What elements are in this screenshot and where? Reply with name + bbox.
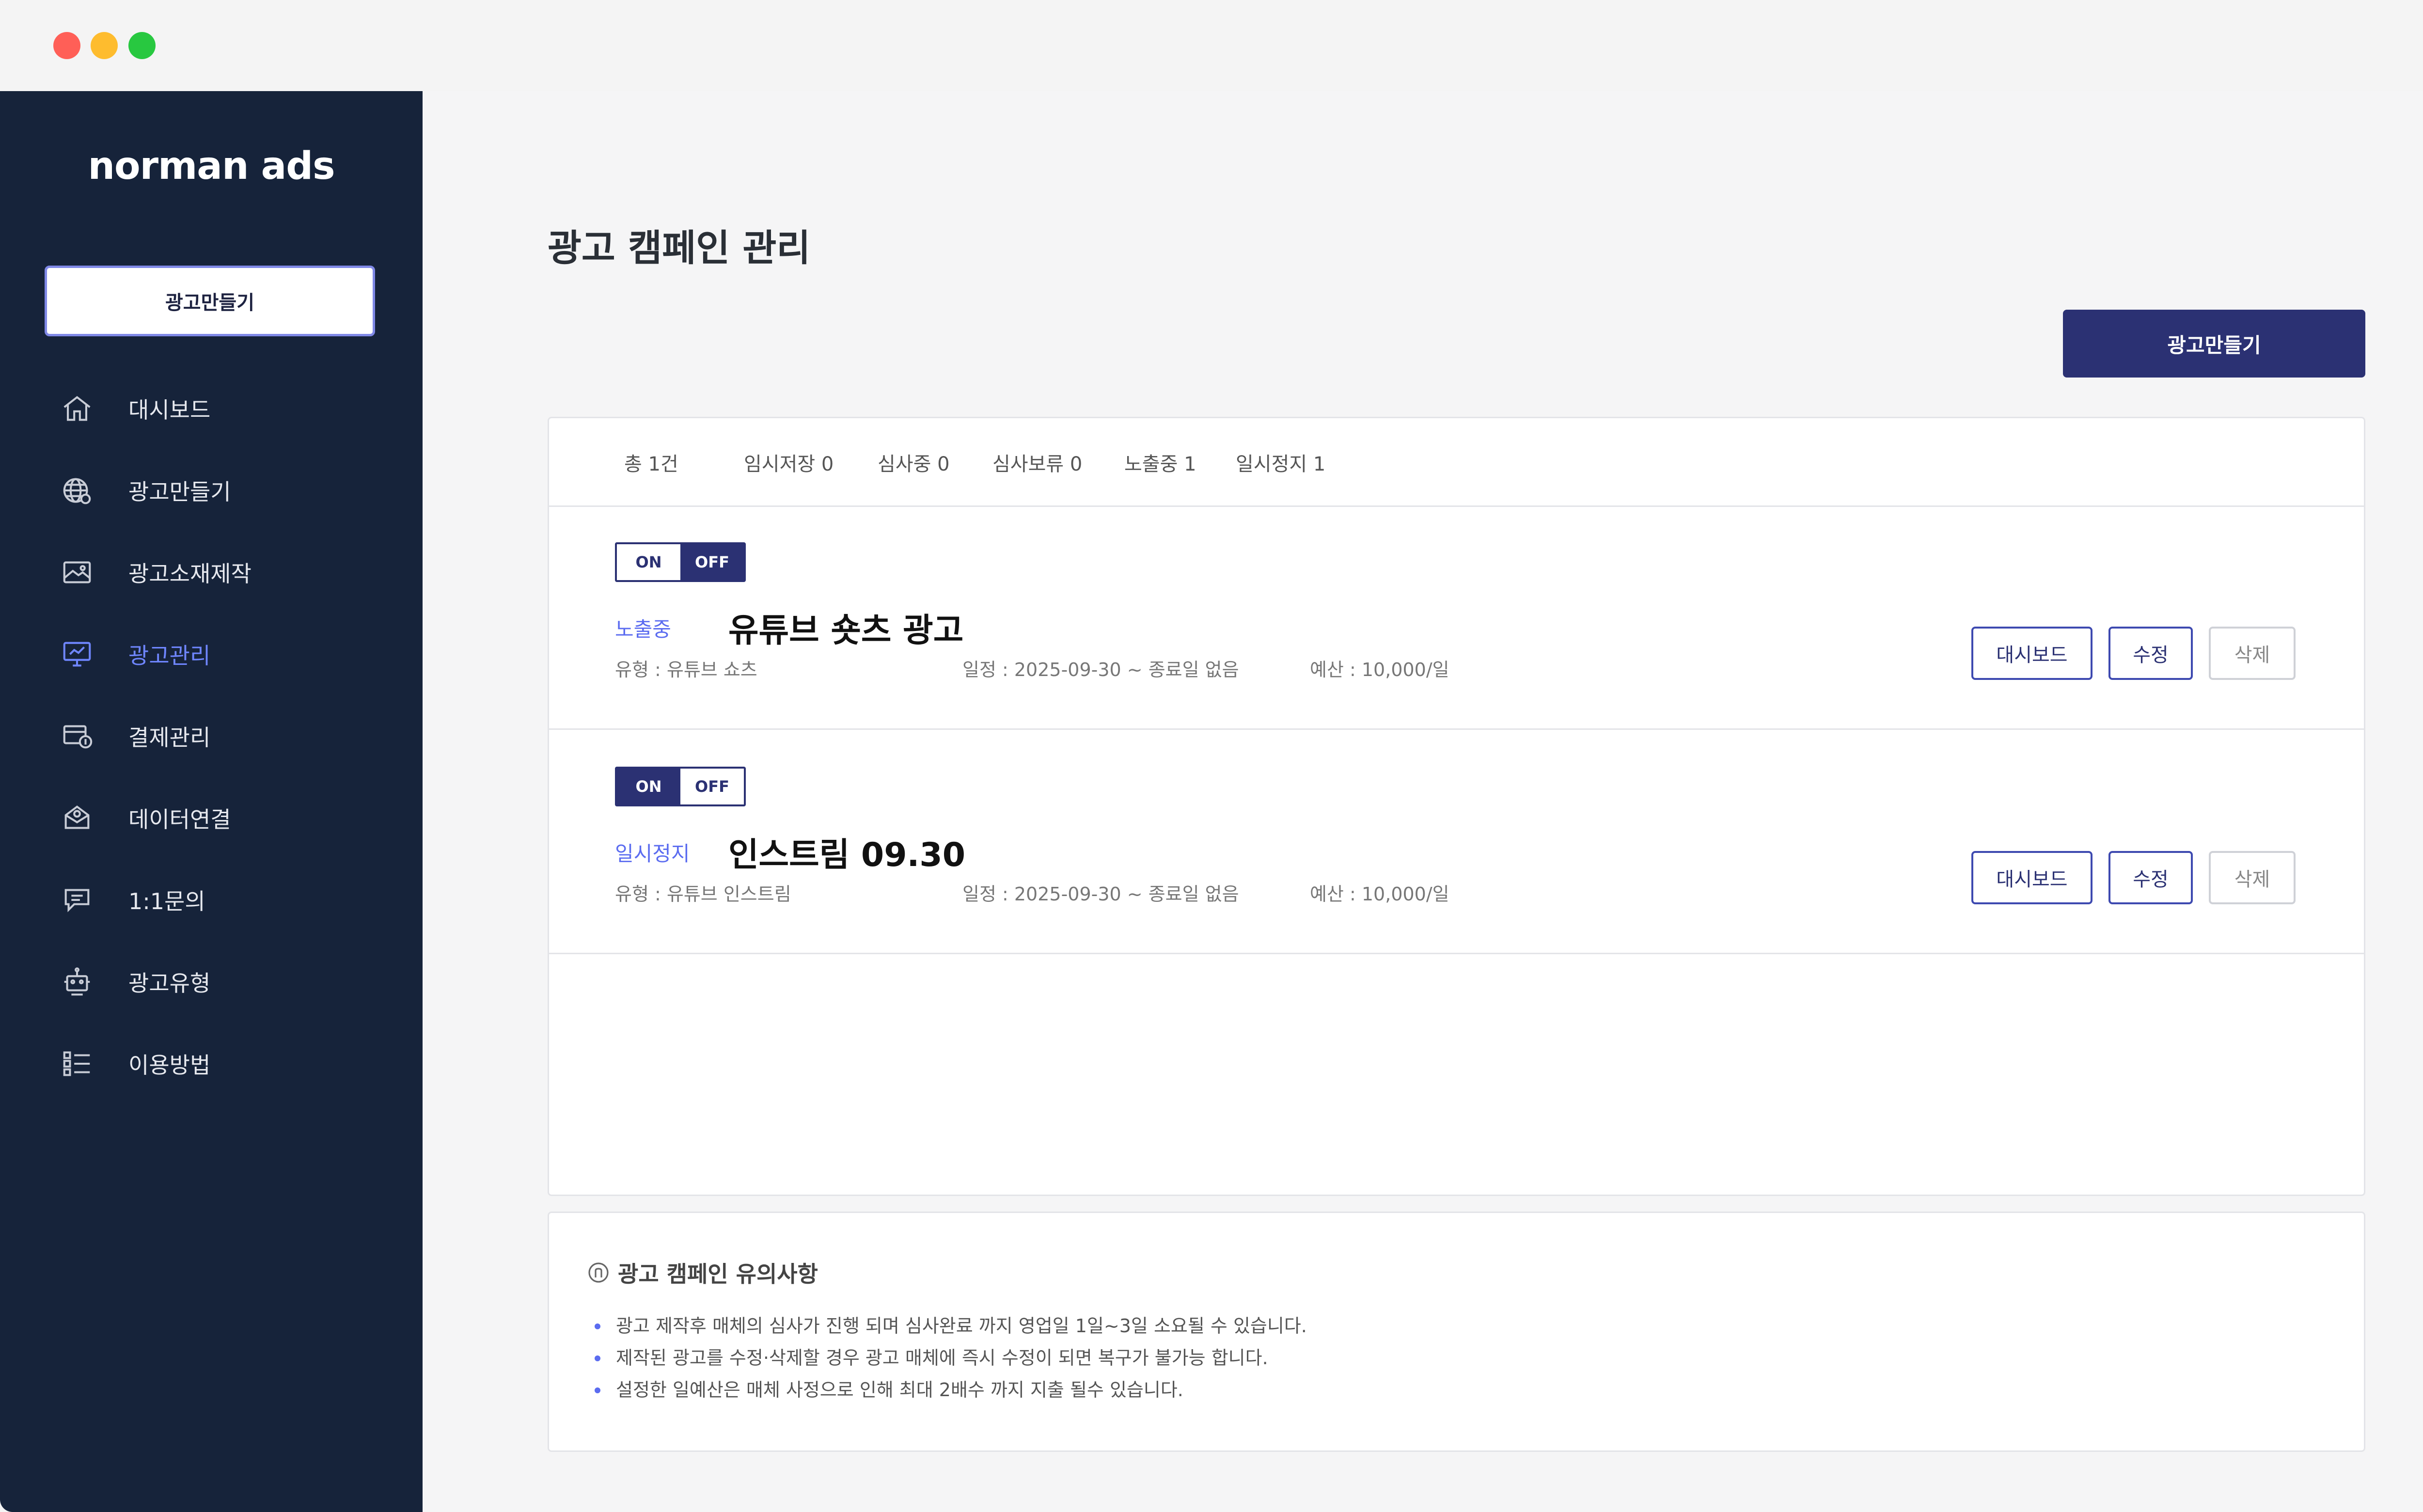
sidebar-item-creative[interactable]: 광고소재제작 bbox=[0, 531, 423, 613]
info-circle-icon bbox=[588, 1262, 609, 1283]
sidebar-item-dashboard[interactable]: 대시보드 bbox=[0, 367, 423, 449]
minimize-window-button[interactable] bbox=[91, 32, 118, 59]
billing-icon bbox=[60, 719, 94, 753]
notice-list: 광고 제작후 매체의 심사가 진행 되며 심사완료 까지 영업일 1일~3일 소… bbox=[587, 1310, 1307, 1406]
home-icon bbox=[60, 392, 94, 425]
notice-heading: 광고 캠페인 유의사항 bbox=[587, 1257, 818, 1289]
stat-live[interactable]: 노출중 1 bbox=[1124, 448, 1196, 476]
campaign-title: 인스트림 09.30 bbox=[728, 836, 966, 874]
robot-icon bbox=[60, 965, 94, 999]
toggle-on-option[interactable]: ON bbox=[617, 544, 680, 580]
sidebar-item-label: 이용방법 bbox=[128, 1052, 211, 1078]
stat-review-held[interactable]: 심사보류 0 bbox=[992, 448, 1082, 476]
campaign-type: 유형 : 유튜브 쇼츠 bbox=[615, 659, 757, 680]
campaign-title: 유튜브 숏츠 광고 bbox=[728, 612, 964, 650]
edit-button[interactable]: 수정 bbox=[2108, 627, 2193, 680]
close-window-button[interactable] bbox=[53, 32, 80, 59]
notice-title: 광고 캠페인 유의사항 bbox=[618, 1261, 818, 1287]
campaign-status: 일시정지 bbox=[615, 842, 690, 866]
sidebar-item-guide[interactable]: 이용방법 bbox=[0, 1023, 423, 1104]
campaign-notice-panel: 광고 캠페인 유의사항 광고 제작후 매체의 심사가 진행 되며 심사완료 까지… bbox=[548, 1212, 2365, 1452]
stat-paused[interactable]: 일시정지 1 bbox=[1236, 448, 1325, 476]
create-ad-button[interactable]: 광고만들기 bbox=[2063, 310, 2365, 378]
toggle-off-option[interactable]: OFF bbox=[680, 769, 744, 804]
dashboard-button[interactable]: 대시보드 bbox=[1971, 851, 2093, 904]
app-window: norman ads 광고만들기 대시보드 광고만들기 광고소재제작 광고관리 … bbox=[0, 0, 2423, 1512]
sidebar-item-label: 데이터연결 bbox=[128, 806, 231, 833]
image-icon bbox=[60, 555, 94, 589]
campaign-row: ON OFF 노출중 유튜브 숏츠 광고 유형 : 유튜브 쇼츠 일정 : 20… bbox=[549, 505, 2364, 730]
campaign-budget: 예산 : 10,000/일 bbox=[1310, 883, 1449, 905]
data-link-icon bbox=[60, 801, 94, 835]
campaign-schedule: 일정 : 2025-09-30 ~ 종료일 없음 bbox=[962, 659, 1239, 680]
campaign-row: ON OFF 일시정지 인스트림 09.30 유형 : 유튜브 인스트림 일정 … bbox=[549, 730, 2364, 954]
sidebar-item-label: 광고소재제작 bbox=[128, 560, 252, 587]
main-content: 광고 캠페인 관리 광고만들기 총 1건 임시저장 0 심사중 0 심사보류 0… bbox=[423, 91, 2423, 1512]
notice-item: 제작된 광고를 수정·삭제할 경우 광고 매체에 즉시 수정이 되면 복구가 불… bbox=[587, 1342, 1307, 1374]
campaign-status: 노출중 bbox=[615, 617, 671, 641]
chat-icon bbox=[60, 883, 94, 917]
stat-draft[interactable]: 임시저장 0 bbox=[744, 448, 834, 476]
campaign-list-panel: 총 1건 임시저장 0 심사중 0 심사보류 0 노출중 1 일시정지 1 ON… bbox=[548, 417, 2365, 1196]
stat-reviewing[interactable]: 심사중 0 bbox=[878, 448, 950, 476]
stat-total[interactable]: 총 1건 bbox=[624, 448, 678, 476]
edit-button[interactable]: 수정 bbox=[2108, 851, 2193, 904]
sidebar-item-label: 대시보드 bbox=[128, 396, 211, 423]
sidebar-item-label: 광고유형 bbox=[128, 970, 211, 996]
sidebar-nav: 대시보드 광고만들기 광고소재제작 광고관리 결제관리 데이터연결 1:1문의 … bbox=[0, 367, 423, 1104]
dashboard-button[interactable]: 대시보드 bbox=[1971, 627, 2093, 680]
list-icon bbox=[60, 1047, 94, 1081]
on-off-toggle[interactable]: ON OFF bbox=[615, 542, 746, 582]
campaign-type: 유형 : 유튜브 인스트림 bbox=[615, 883, 791, 905]
sidebar-item-inquiry[interactable]: 1:1문의 bbox=[0, 859, 423, 941]
sidebar: norman ads 광고만들기 대시보드 광고만들기 광고소재제작 광고관리 … bbox=[0, 91, 423, 1512]
delete-button[interactable]: 삭제 bbox=[2209, 851, 2296, 904]
sidebar-item-create-ad[interactable]: 광고만들기 bbox=[0, 449, 423, 531]
sidebar-item-ad-management[interactable]: 광고관리 bbox=[0, 613, 423, 695]
globe-icon bbox=[60, 473, 94, 507]
sidebar-item-data-link[interactable]: 데이터연결 bbox=[0, 777, 423, 859]
campaign-schedule: 일정 : 2025-09-30 ~ 종료일 없음 bbox=[962, 883, 1239, 905]
on-off-toggle[interactable]: ON OFF bbox=[615, 767, 746, 806]
sidebar-item-label: 결제관리 bbox=[128, 724, 211, 751]
zoom-window-button[interactable] bbox=[128, 32, 156, 59]
notice-item: 설정한 일예산은 매체 사정으로 인해 최대 2배수 까지 지출 될수 있습니다… bbox=[587, 1374, 1307, 1406]
delete-button[interactable]: 삭제 bbox=[2209, 627, 2296, 680]
sidebar-item-label: 광고만들기 bbox=[128, 478, 231, 505]
toggle-on-option[interactable]: ON bbox=[617, 769, 680, 804]
sidebar-item-ad-types[interactable]: 광고유형 bbox=[0, 941, 423, 1023]
sidebar-create-ad-button[interactable]: 광고만들기 bbox=[45, 266, 375, 336]
sidebar-item-label: 1:1문의 bbox=[128, 888, 205, 914]
status-filter-bar: 총 1건 임시저장 0 심사중 0 심사보류 0 노출중 1 일시정지 1 bbox=[549, 418, 2364, 507]
sidebar-item-billing[interactable]: 결제관리 bbox=[0, 695, 423, 777]
toggle-off-option[interactable]: OFF bbox=[680, 544, 744, 580]
title-bar bbox=[0, 0, 2423, 91]
sidebar-item-label: 광고관리 bbox=[128, 642, 211, 669]
notice-item: 광고 제작후 매체의 심사가 진행 되며 심사완료 까지 영업일 1일~3일 소… bbox=[587, 1310, 1307, 1342]
brand-logo[interactable]: norman ads bbox=[0, 144, 423, 188]
monitor-icon bbox=[60, 637, 94, 671]
campaign-budget: 예산 : 10,000/일 bbox=[1310, 659, 1449, 680]
page-title: 광고 캠페인 관리 bbox=[548, 226, 811, 269]
